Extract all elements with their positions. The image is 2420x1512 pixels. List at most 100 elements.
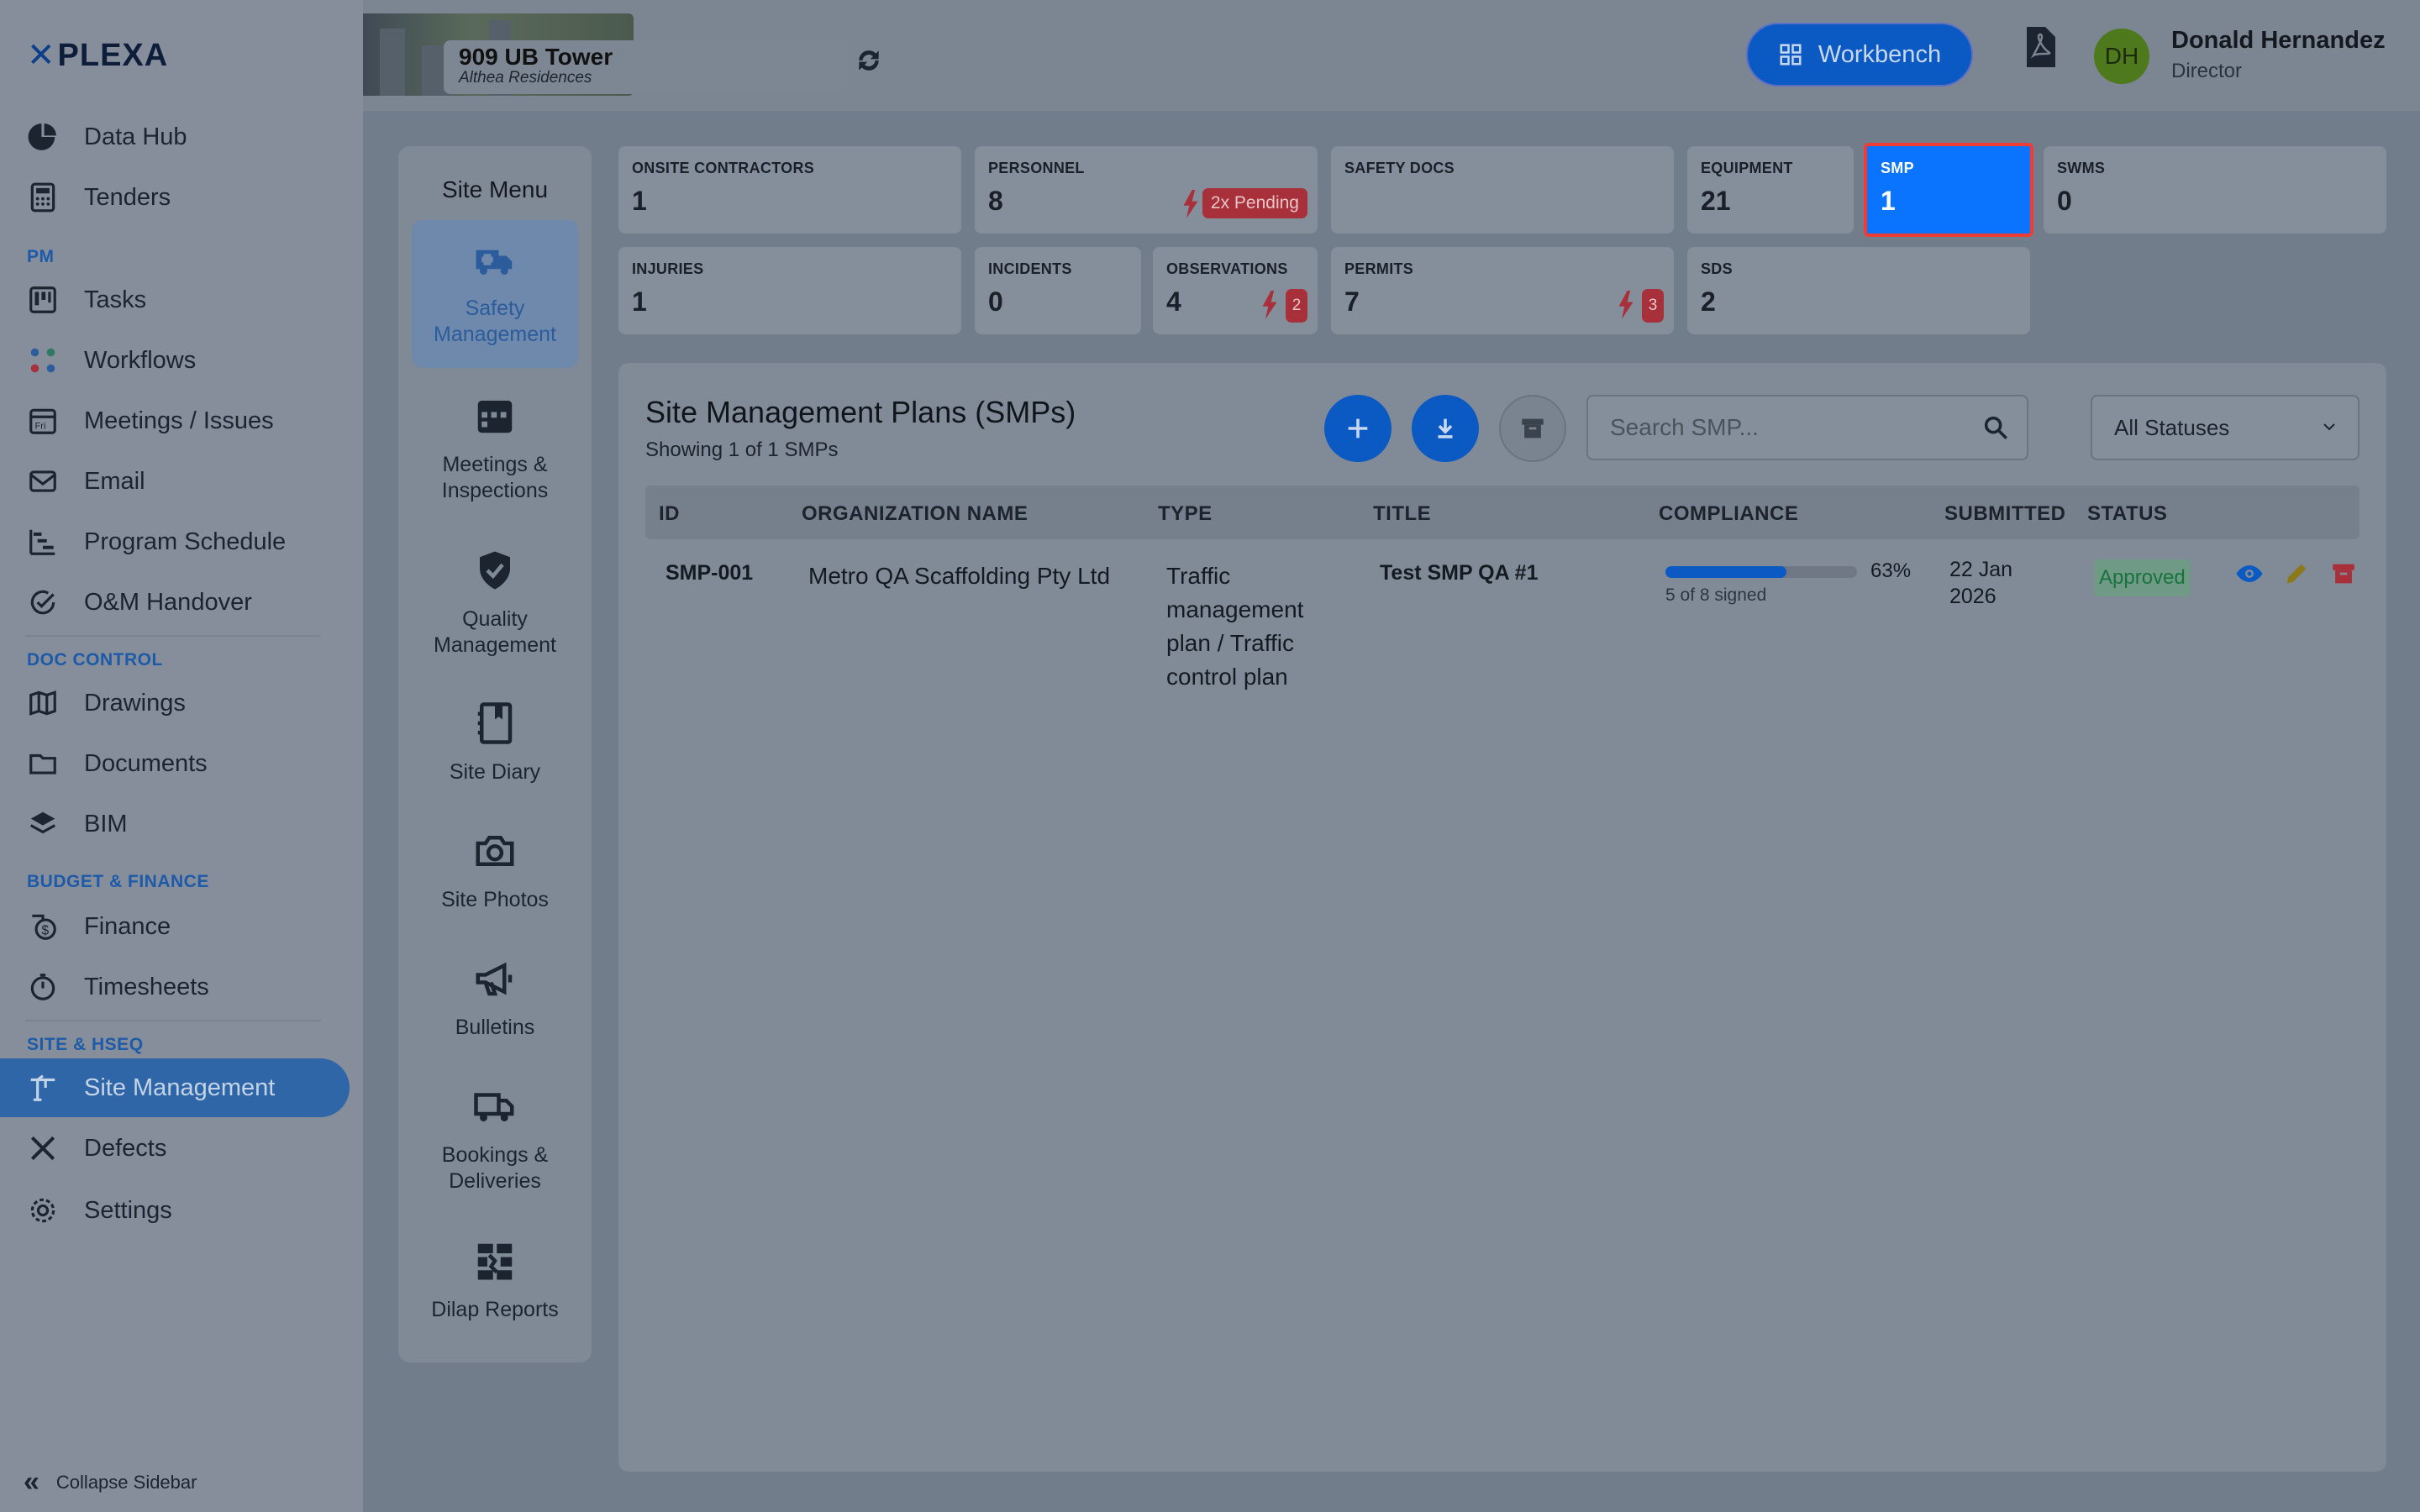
download-icon	[1438, 418, 1453, 438]
sidebar-item-tasks[interactable]: Tasks	[0, 270, 363, 329]
sidebar-item-settings[interactable]: Settings	[0, 1181, 363, 1240]
archive-button[interactable]	[1499, 395, 1566, 462]
trash-icon[interactable]	[2329, 559, 2358, 588]
organization-name: Metro QA Scaffolding Pty Ltd	[808, 563, 1111, 589]
svg-text:Fri: Fri	[35, 422, 46, 432]
section-budget-finance: BUDGET & FINANCE	[27, 872, 209, 891]
sidebar-item-site-management[interactable]: Site Management	[0, 1058, 350, 1117]
search-input[interactable]: Search SMP...	[1586, 395, 2028, 460]
user-name[interactable]: Donald Hernandez	[2171, 27, 2386, 55]
pdf-icon[interactable]	[2023, 25, 2057, 69]
collapse-sidebar-button[interactable]: « Collapse Sidebar	[24, 1466, 197, 1499]
stopwatch-icon	[25, 969, 60, 1005]
alert-count-badge[interactable]: 3	[1642, 289, 1664, 323]
layers-icon	[25, 806, 60, 842]
stat-observations[interactable]: OBSERVATIONS 4 2	[1153, 247, 1318, 334]
add-smp-button[interactable]	[1324, 395, 1392, 462]
sidebar-item-timesheets[interactable]: Timesheets	[0, 958, 363, 1016]
sidebar-item-data-hub[interactable]: Data Hub	[0, 108, 363, 166]
stat-sds[interactable]: SDS 2	[1687, 247, 2030, 334]
search-icon[interactable]	[1981, 413, 2010, 442]
project-selector[interactable]: 909 UB Tower Althea Residences	[444, 40, 847, 94]
sidebar-item-meetings-issues[interactable]: Fri Meetings / Issues	[0, 391, 363, 450]
workflow-icon	[25, 343, 60, 378]
shield-check-icon	[472, 548, 518, 593]
status-badge: Approved	[2094, 559, 2191, 596]
megaphone-icon	[472, 956, 518, 1001]
app-logo[interactable]: ✕ PLEXA	[27, 37, 168, 74]
stat-permits[interactable]: PERMITS 7 3	[1331, 247, 1674, 334]
sidebar-item-drawings[interactable]: Drawings	[0, 674, 363, 732]
site-menu-title: Site Menu	[441, 176, 549, 202]
site-menu-safety-management[interactable]: Safety Management	[412, 220, 578, 368]
stat-swms[interactable]: SWMS 0	[2044, 146, 2386, 234]
compliance-percent: 63%	[1870, 559, 1912, 582]
alert-count-badge[interactable]: 2	[1286, 289, 1307, 323]
smp-type: Traffic management plan / Traffic contro…	[1166, 563, 1304, 690]
lightning-icon	[1262, 291, 1277, 319]
sidebar-item-finance[interactable]: $ Finance	[0, 897, 363, 956]
site-menu-dilap-reports[interactable]: Dilap Reports	[412, 1238, 578, 1323]
refresh-icon[interactable]	[852, 44, 886, 77]
status-filter-select[interactable]: All Statuses	[2091, 395, 2360, 460]
sidebar-item-om-handover[interactable]: O&M Handover	[0, 573, 363, 632]
submitted-date: 22 Jan 2026	[1949, 558, 2013, 608]
download-button[interactable]	[1412, 395, 1479, 462]
site-menu-meetings-inspections[interactable]: Meetings & Inspections	[412, 393, 578, 504]
sidebar-item-program-schedule[interactable]: Program Schedule	[0, 512, 363, 571]
logo-mark-icon: ✕	[27, 37, 56, 74]
column-header[interactable]: TITLE	[1373, 502, 1431, 526]
avatar[interactable]: DH	[2094, 29, 2149, 84]
column-header[interactable]: COMPLIANCE	[1659, 502, 1798, 526]
stat-onsite-contractors[interactable]: ONSITE CONTRACTORS 1	[618, 146, 961, 234]
site-menu-bulletins[interactable]: Bulletins	[412, 956, 578, 1041]
user-role: Director	[2171, 60, 2243, 82]
sidebar-item-bim[interactable]: BIM	[0, 795, 363, 853]
eye-icon[interactable]	[2235, 559, 2264, 588]
stat-incidents[interactable]: INCIDENTS 0	[975, 247, 1141, 334]
divider	[25, 635, 321, 637]
column-header[interactable]: STATUS	[2087, 502, 2167, 526]
lightning-icon	[1618, 291, 1634, 319]
compliance-note: 5 of 8 signed	[1665, 585, 1767, 605]
crane-icon	[25, 1070, 60, 1105]
pending-badge[interactable]: 2x Pending	[1202, 188, 1307, 218]
calendar-icon: Fri	[25, 403, 60, 438]
stat-personnel[interactable]: PERSONNEL 8 2x Pending	[975, 146, 1318, 234]
section-doc-control: DOC CONTROL	[27, 650, 163, 669]
stat-injuries[interactable]: INJURIES 1	[618, 247, 961, 334]
stat-equipment[interactable]: EQUIPMENT 21	[1687, 146, 1854, 234]
column-header[interactable]: SUBMITTED	[1944, 502, 2066, 526]
section-pm: PM	[27, 247, 55, 266]
stat-safety-docs[interactable]: SAFETY DOCS	[1331, 146, 1674, 234]
column-header[interactable]: ORGANIZATION NAME	[802, 502, 1028, 526]
stat-smp[interactable]: SMP 1	[1864, 143, 2033, 237]
smp-id: SMP-001	[666, 561, 754, 585]
camera-icon	[472, 828, 518, 874]
site-menu-bookings-deliveries[interactable]: Bookings & Deliveries	[412, 1084, 578, 1194]
sidebar-item-workflows[interactable]: Workflows	[0, 331, 363, 390]
site-menu-site-diary[interactable]: Site Diary	[412, 701, 578, 785]
site-menu-site-photos[interactable]: Site Photos	[412, 828, 578, 913]
workbench-button[interactable]: Workbench	[1746, 23, 1973, 87]
archive-icon	[1522, 418, 1544, 438]
envelope-icon	[25, 464, 60, 499]
column-header[interactable]: TYPE	[1158, 502, 1213, 526]
pencil-icon[interactable]	[2282, 559, 2311, 588]
sidebar-item-tenders[interactable]: Tenders	[0, 168, 363, 227]
grid-icon	[1780, 44, 1802, 66]
smp-panel: Site Management Plans (SMPs) Showing 1 o…	[618, 363, 2386, 1472]
sidebar-item-email[interactable]: Email	[0, 452, 363, 511]
site-menu: Site Menu Safety Management Meetings & I…	[398, 146, 592, 1362]
compliance-progress-bar	[1665, 566, 1857, 578]
site-menu-quality-management[interactable]: Quality Management	[412, 548, 578, 659]
finance-icon: $	[25, 909, 60, 944]
calculator-icon	[25, 180, 60, 215]
column-header[interactable]: ID	[659, 502, 680, 526]
calendar-icon	[472, 393, 518, 438]
sidebar-item-documents[interactable]: Documents	[0, 734, 363, 793]
truck-icon	[472, 1084, 518, 1129]
double-chevron-left-icon: «	[24, 1466, 39, 1498]
project-name: 909 UB Tower	[459, 44, 613, 70]
sidebar-item-defects[interactable]: Defects	[0, 1119, 363, 1178]
